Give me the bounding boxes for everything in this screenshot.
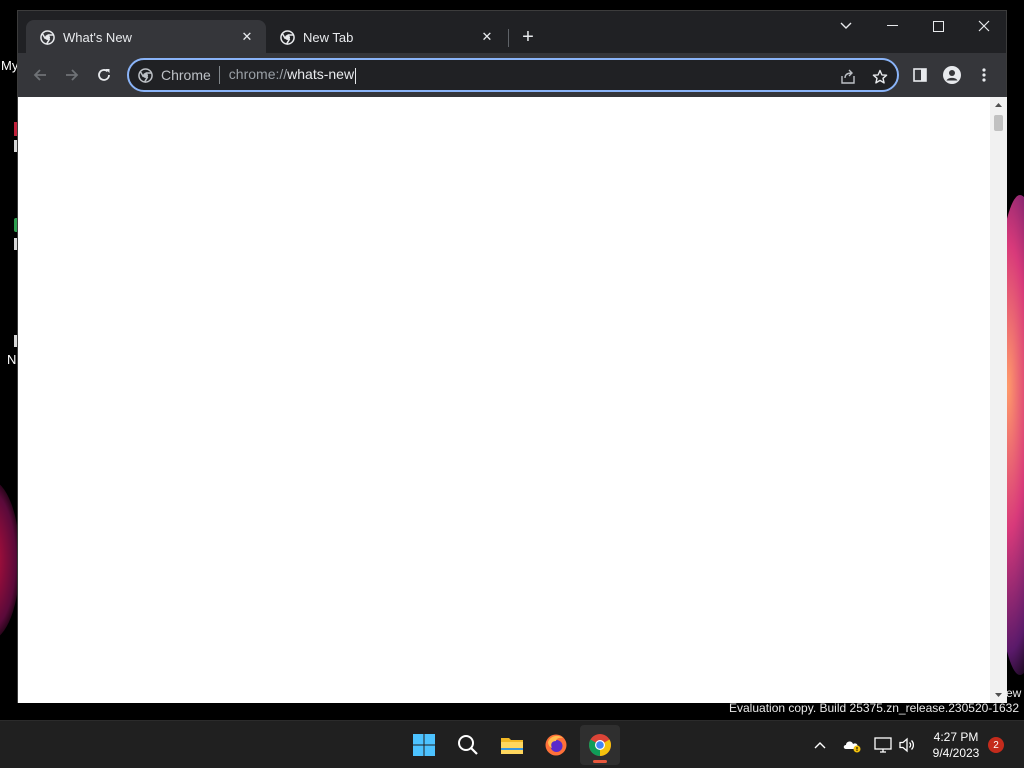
maximize-icon[interactable]: [915, 11, 961, 41]
reload-icon[interactable]: [90, 61, 118, 89]
active-app-indicator: [593, 760, 607, 763]
chrome-icon: [138, 67, 153, 83]
volume-icon[interactable]: [897, 735, 917, 755]
tab-separator: [508, 29, 509, 47]
clock-date: 9/4/2023: [932, 746, 980, 760]
text-caret: [355, 67, 357, 84]
back-icon[interactable]: [26, 61, 54, 89]
vertical-scrollbar[interactable]: [990, 97, 1007, 703]
chrome-icon: [39, 29, 55, 45]
clock-time: 4:27 PM: [933, 730, 979, 744]
file-explorer-icon[interactable]: [492, 725, 532, 765]
plus-icon[interactable]: +: [516, 25, 540, 49]
url-host: whats-new: [287, 66, 355, 83]
site-info-chip[interactable]: Chrome: [129, 60, 211, 90]
chrome-icon[interactable]: [580, 725, 620, 765]
system-clock[interactable]: 4:27 PM 9/4/2023: [926, 729, 986, 761]
close-icon[interactable]: ✕: [478, 28, 496, 46]
desktop-icon-label-my[interactable]: My: [1, 58, 18, 73]
desktop-label-fragment: ew: [1006, 686, 1022, 700]
minimize-icon[interactable]: [869, 11, 915, 41]
share-icon[interactable]: [837, 66, 859, 88]
taskbar: 4:27 PM 9/4/2023 2: [0, 720, 1024, 768]
chevron-up-icon[interactable]: [810, 735, 830, 755]
scroll-down-icon[interactable]: [994, 690, 1003, 699]
scroll-thumb[interactable]: [994, 115, 1003, 131]
menu-icon[interactable]: [970, 61, 998, 89]
profile-icon[interactable]: [938, 61, 966, 89]
toolbar: Chrome chrome://whats-new: [18, 53, 1006, 97]
close-icon[interactable]: [961, 11, 1007, 41]
address-bar[interactable]: Chrome chrome://whats-new: [127, 58, 899, 92]
tab-title: What's New: [63, 29, 132, 45]
firefox-icon[interactable]: [536, 725, 576, 765]
tab-new-tab[interactable]: New Tab ✕: [266, 20, 506, 54]
url-text[interactable]: chrome://whats-new: [228, 66, 357, 84]
onedrive-icon[interactable]: [842, 735, 862, 755]
notification-badge[interactable]: 2: [988, 737, 1004, 753]
windows-start-icon[interactable]: [404, 725, 444, 765]
chip-label: Chrome: [161, 67, 211, 83]
chrome-icon: [279, 29, 295, 45]
omnibox-divider: [218, 66, 220, 84]
chrome-window: What's New ✕ New Tab ✕ + Chrome chrome:/…: [17, 10, 1007, 703]
tab-search-icon[interactable]: [823, 11, 869, 41]
evaluation-watermark: Evaluation copy. Build 25375.zn_release.…: [729, 701, 1019, 715]
tab-title: New Tab: [303, 29, 354, 45]
url-scheme: chrome://: [228, 66, 288, 83]
tab-strip: What's New ✕ New Tab ✕ +: [18, 11, 1007, 54]
desktop-icon-label-n[interactable]: N: [7, 352, 16, 367]
page-content[interactable]: [18, 97, 990, 703]
close-icon[interactable]: ✕: [238, 28, 256, 46]
network-icon[interactable]: [873, 735, 893, 755]
tab-whats-new[interactable]: What's New ✕: [26, 20, 266, 54]
side-panel-icon[interactable]: [906, 61, 934, 89]
scroll-up-icon[interactable]: [994, 101, 1003, 110]
search-icon[interactable]: [448, 725, 488, 765]
forward-icon[interactable]: [58, 61, 86, 89]
bookmark-star-icon[interactable]: [869, 66, 891, 88]
